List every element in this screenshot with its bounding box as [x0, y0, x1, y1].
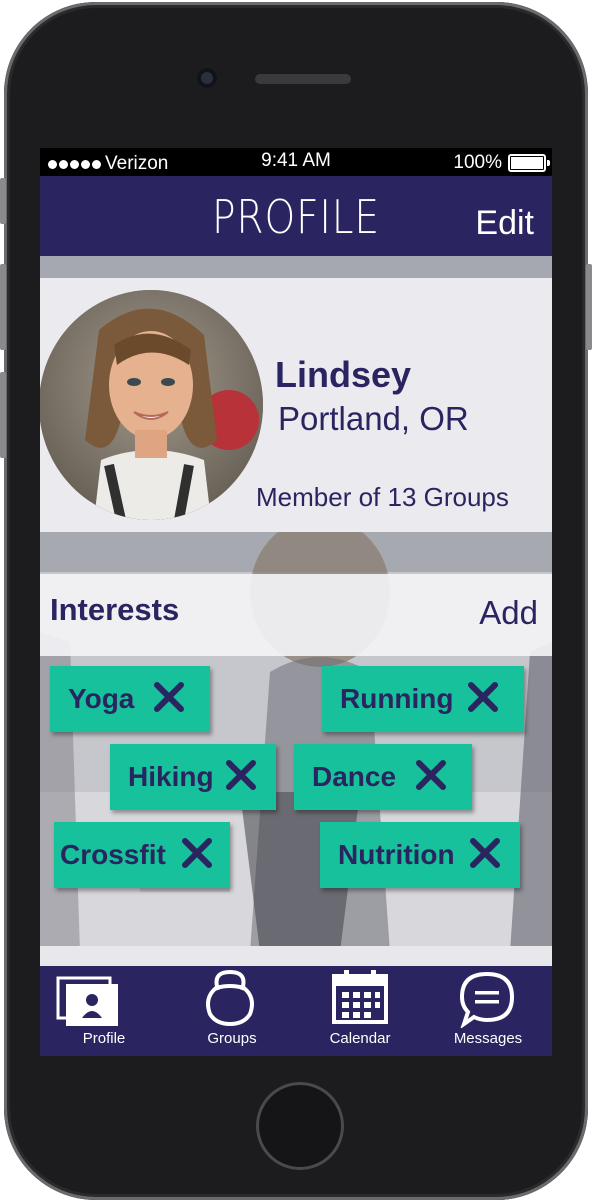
battery-icon: [508, 154, 550, 172]
mute-switch: [0, 178, 6, 224]
tab-label: Calendar: [329, 1030, 391, 1047]
earpiece-speaker: [255, 74, 351, 84]
battery-percent: 100%: [453, 152, 502, 173]
remove-icon[interactable]: [468, 836, 502, 870]
interest-label: Nutrition: [338, 839, 455, 870]
status-bar: Verizon 9:41 AM 100%: [40, 148, 552, 176]
tab-label: Groups: [207, 1030, 257, 1047]
remove-icon[interactable]: [224, 758, 258, 792]
power-button: [586, 264, 592, 350]
tab-calendar[interactable]: Calendar: [296, 966, 424, 1056]
calendar-icon: [332, 970, 388, 1024]
volume-down-button: [0, 372, 6, 458]
profile-name: Lindsey: [275, 354, 412, 395]
interest-chip-dance[interactable]: Dance: [294, 744, 472, 810]
profile-icon: [56, 976, 118, 1026]
tab-label: Messages: [453, 1030, 523, 1047]
tab-bar: Profile Groups Calendar Messages: [40, 966, 552, 1056]
add-interest-button[interactable]: Add: [479, 594, 538, 632]
interest-label: Running: [340, 683, 454, 714]
front-camera: [197, 68, 217, 88]
profile-location: Portland, OR: [278, 400, 469, 437]
tab-label: Profile: [82, 1030, 126, 1047]
profile-card: Lindsey Portland, OR Member of 13 Groups: [40, 278, 552, 532]
interests-title: Interests: [50, 592, 180, 627]
battery-status: 100%: [453, 152, 550, 174]
remove-icon[interactable]: [180, 836, 214, 870]
volume-up-button: [0, 264, 6, 350]
kettlebell-icon: [206, 969, 254, 1027]
page-title: PROFILE: [211, 190, 380, 244]
interest-label: Hiking: [128, 761, 214, 792]
interest-label: Crossfit: [60, 839, 166, 870]
interest-chip-yoga[interactable]: Yoga: [50, 666, 210, 732]
screen: Verizon 9:41 AM 100% PROFILE Edit Lindse…: [40, 148, 552, 1056]
interest-chip-crossfit[interactable]: Crossfit: [54, 822, 230, 888]
interest-chip-running[interactable]: Running: [322, 666, 524, 732]
edit-button[interactable]: Edit: [475, 204, 534, 243]
interest-label: Dance: [312, 761, 397, 792]
interests-header: Interests Add: [40, 574, 552, 656]
interest-chip-nutrition[interactable]: Nutrition: [320, 822, 520, 888]
nav-bar: PROFILE Edit: [40, 176, 552, 256]
tab-profile[interactable]: Profile: [40, 966, 168, 1056]
interest-label: Yoga: [68, 683, 135, 714]
tab-messages[interactable]: Messages: [424, 966, 552, 1056]
avatar-photo: [40, 290, 263, 520]
interest-chip-hiking[interactable]: Hiking: [110, 744, 276, 810]
tab-groups[interactable]: Groups: [168, 966, 296, 1056]
avatar[interactable]: [40, 290, 263, 520]
remove-icon[interactable]: [466, 680, 500, 714]
remove-icon[interactable]: [414, 758, 448, 792]
group-membership-count[interactable]: Member of 13 Groups: [256, 482, 509, 513]
content-footer-band: [40, 946, 552, 966]
messages-icon: [459, 971, 515, 1028]
home-button[interactable]: [256, 1082, 344, 1170]
divider-band: [40, 256, 552, 278]
remove-icon[interactable]: [152, 680, 186, 714]
